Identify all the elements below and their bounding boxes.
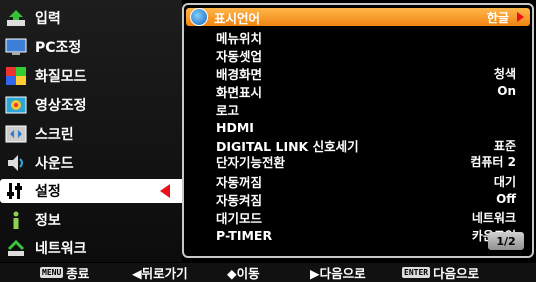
sidebar-item-sound[interactable]: 사운드 [4, 151, 180, 175]
help-menu-end: MENU 종료 [40, 263, 89, 282]
menu-row-label: 메뉴위치 [216, 30, 263, 46]
menu-row-auto-setup[interactable]: 자동셋업 [190, 46, 526, 64]
menu-row-value: 컴퓨터 2 [470, 154, 516, 169]
sidebar-item-network[interactable]: 네트워크 [4, 236, 180, 260]
pc-monitor-icon [4, 37, 28, 57]
sidebar-item-settings[interactable]: 설정 [0, 179, 182, 203]
menu-row-value: Off [496, 192, 516, 206]
menu-row-label: 자동켜짐 [216, 192, 263, 208]
menu-key-icon: MENU [40, 267, 64, 278]
sidebar-item-input[interactable]: 입력 [4, 6, 180, 30]
info-icon [4, 210, 28, 230]
menu-row-terminal-switch[interactable]: 단자기능전환 컴퓨터 2 [190, 152, 526, 170]
sidebar-item-label: 네트워크 [35, 241, 87, 257]
sidebar-item-info[interactable]: 정보 [4, 208, 180, 232]
menu-row-value: 표준 [493, 138, 516, 153]
sidebar-item-label: 입력 [35, 11, 61, 27]
speaker-icon [4, 153, 28, 173]
menu-row-value: 네트워크 [471, 210, 516, 225]
sidebar-item-label: 설정 [35, 184, 61, 200]
menu-row-label: 배경화면 [216, 66, 263, 82]
menu-row-auto-off[interactable]: 자동꺼짐 대기 [190, 172, 526, 190]
image-adjust-icon [4, 95, 28, 115]
sidebar-item-pc[interactable]: PC조정 [4, 35, 180, 59]
menu-row-label: HDMI [216, 119, 254, 135]
help-back: ◀뒤로가기 [132, 266, 188, 281]
sidebar-item-label: 정보 [35, 213, 61, 229]
menu-row-label: 대기모드 [216, 210, 263, 226]
right-arrow-icon [517, 12, 524, 22]
menu-row-standby-mode[interactable]: 대기모드 네트워크 [190, 208, 526, 226]
globe-icon [190, 8, 208, 26]
sidebar-item-picture-mode[interactable]: 화질모드 [4, 64, 180, 88]
help-bar: MENU 종료 ◀뒤로가기 ◆이동 ▶다음으로 ENTER 다음으로 [0, 263, 536, 282]
screen-icon [4, 124, 28, 144]
menu-row-label: 자동셋업 [216, 48, 263, 64]
menu-row-label: P-TIMER [216, 227, 273, 243]
help-enter-next: ENTER 다음으로 [402, 263, 479, 282]
sidebar-item-screen[interactable]: 스크린 [4, 122, 180, 146]
sidebar-item-label: PC조정 [35, 40, 82, 56]
sidebar-item-label: 화질모드 [35, 69, 87, 85]
menu-row-on-screen-display[interactable]: 화면표시 On [190, 82, 526, 100]
menu-row-p-timer[interactable]: P-TIMER 카운트업 [190, 226, 526, 244]
menu-row-display-language[interactable]: 표시언어 한글 [186, 8, 530, 26]
menu-row-label: 표시언어 [214, 10, 261, 26]
sidebar-item-label: 영상조정 [35, 98, 87, 114]
help-text: 종료 [66, 266, 90, 281]
menu-row-label: 자동꺼짐 [216, 174, 263, 190]
color-blocks-icon [4, 66, 28, 86]
menu-row-value: 청색 [493, 66, 516, 81]
settings-icon [4, 181, 28, 201]
sidebar-item-label: 사운드 [35, 156, 74, 172]
menu-row-value: On [497, 84, 516, 98]
menu-row-label: 로고 [216, 102, 240, 118]
sidebar-item-image-adjust[interactable]: 영상조정 [4, 93, 180, 117]
menu-row-menu-position[interactable]: 메뉴위치 [190, 28, 526, 46]
help-move: ◆이동 [227, 266, 260, 281]
menu-row-logo[interactable]: 로고 [190, 100, 526, 118]
main-menu-sidebar: 입력 PC조정 화질모드 영상조정 스크린 사운드 설정 정보 네트워크 [0, 0, 182, 262]
help-text: 다음으로 [433, 266, 480, 281]
page-indicator: 1/2 [488, 232, 524, 250]
menu-row-label: 화면표시 [216, 84, 263, 100]
settings-submenu-panel: 표시언어 한글 메뉴위치 자동셋업 배경화면 청색 화면표시 On 로고 HDM… [182, 3, 534, 258]
menu-row-value: 대기 [493, 174, 516, 189]
network-icon [4, 238, 28, 258]
menu-row-auto-on[interactable]: 자동켜짐 Off [190, 190, 526, 208]
menu-row-background[interactable]: 배경화면 청색 [190, 64, 526, 82]
help-next: ▶다음으로 [310, 266, 366, 281]
menu-row-hdmi[interactable]: HDMI [190, 118, 526, 136]
menu-row-label: 단자기능전환 [216, 154, 286, 170]
menu-row-value: 한글 [486, 10, 509, 25]
enter-key-icon: ENTER [402, 267, 431, 278]
sidebar-item-label: 스크린 [35, 127, 74, 143]
input-icon [4, 8, 28, 28]
selected-arrow-icon [160, 184, 170, 198]
